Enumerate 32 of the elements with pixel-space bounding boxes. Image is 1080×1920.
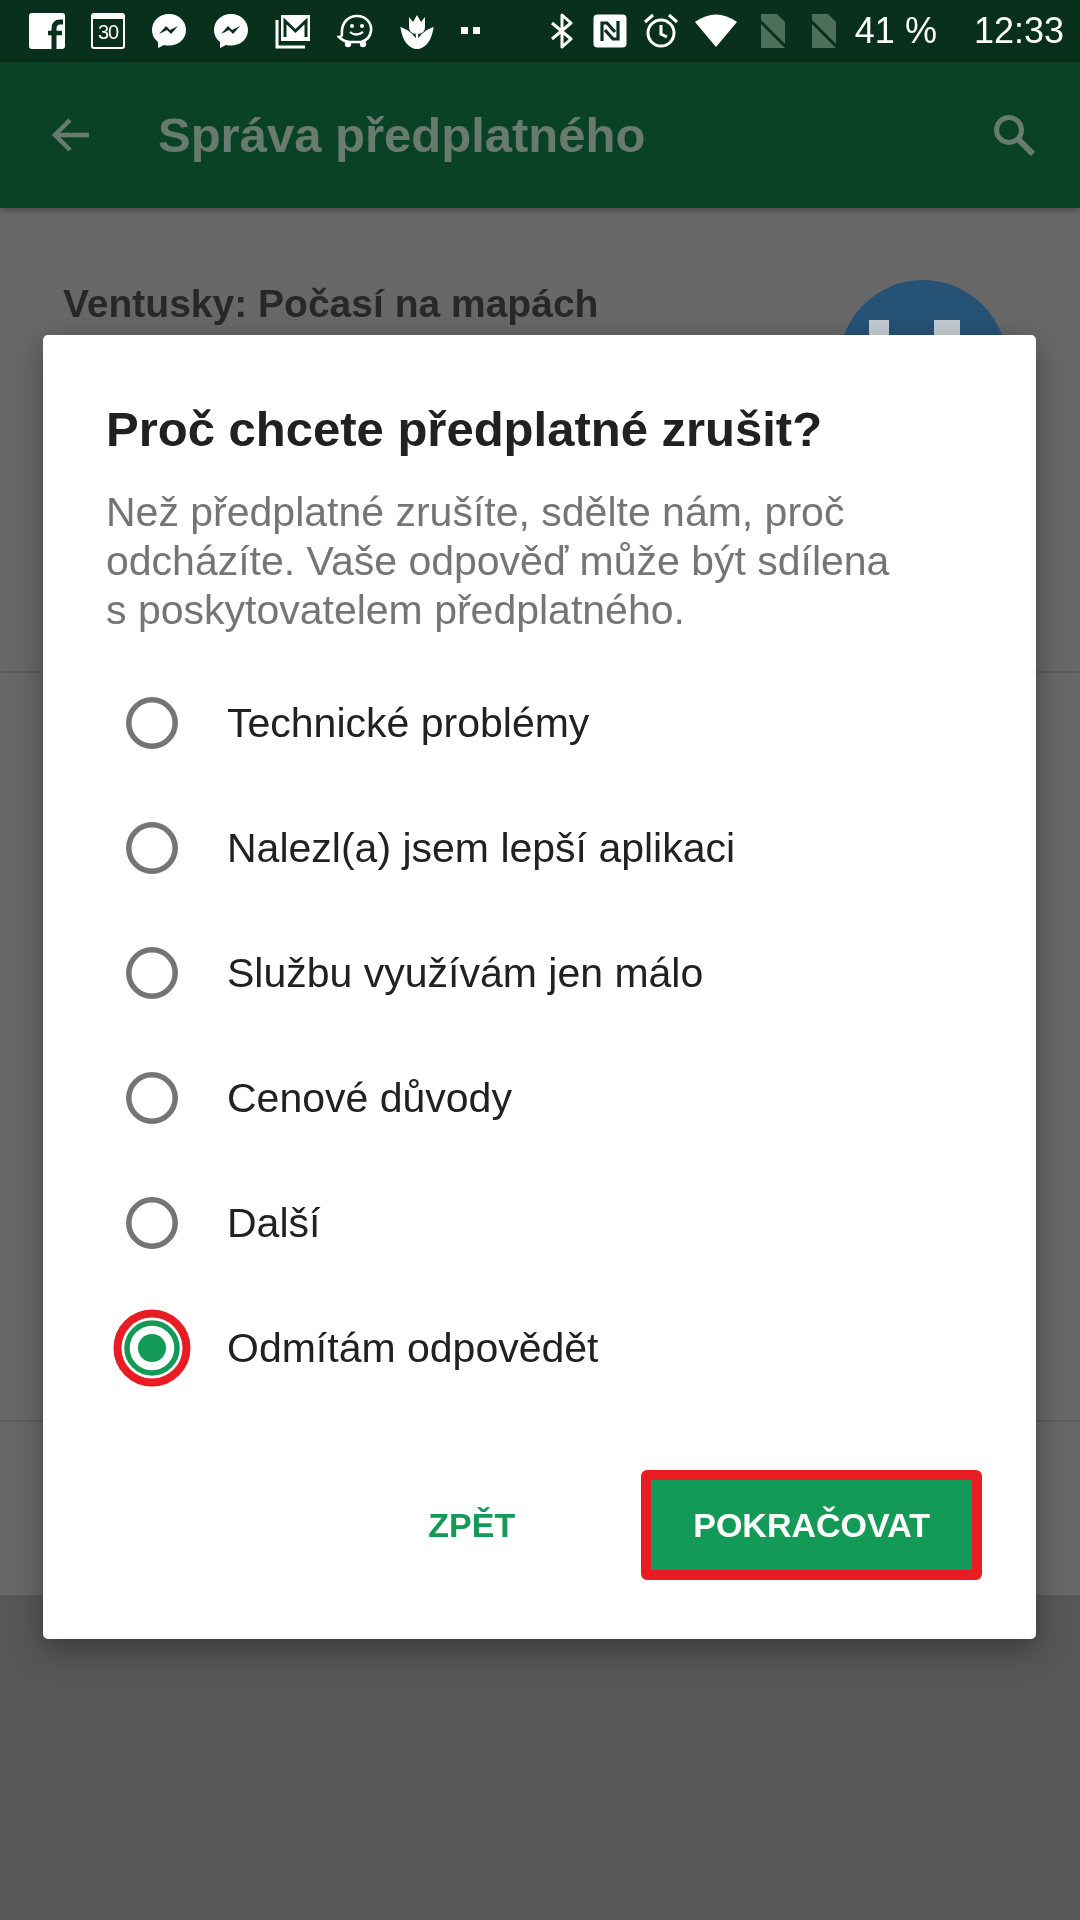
search-icon[interactable]: [993, 114, 1035, 156]
continue-button[interactable]: POKRAČOVAT: [641, 1470, 982, 1580]
radio-button[interactable]: [126, 821, 178, 874]
wifi-icon: [693, 13, 738, 49]
calendar-date: 30: [91, 13, 125, 49]
alarm-clock-icon: [642, 13, 679, 49]
option-label[interactable]: Cenové důvody: [227, 1073, 512, 1122]
option-label[interactable]: Nalezl(a) jsem lepší aplikaci: [227, 823, 736, 872]
option-label[interactable]: Odmítám odpovědět: [227, 1323, 599, 1372]
facebook-icon: [29, 13, 65, 49]
back-button[interactable]: ZPĚT: [407, 1479, 537, 1571]
chat-bubble-icon: [151, 13, 187, 49]
radio-button[interactable]: [126, 1196, 178, 1249]
app-bar-title: Správa předplatného: [158, 107, 647, 163]
clock-time: 12:33: [973, 11, 1064, 51]
option-label[interactable]: Další: [227, 1198, 321, 1247]
tulip-icon: [399, 13, 435, 49]
radio-button[interactable]: [113, 1308, 191, 1387]
dialog-title: Proč chcete předplatné zrušit?: [106, 401, 824, 457]
mail-stack-icon: [275, 13, 311, 49]
radio-button[interactable]: [126, 946, 178, 999]
chat-bubble-icon: [213, 13, 249, 49]
more-notifications-icon: [461, 27, 481, 35]
radio-button[interactable]: [126, 696, 178, 749]
smiling-ghost-icon: [337, 13, 373, 49]
subscription-name: Ventusky: Počasí na mapách: [63, 281, 599, 326]
option-label[interactable]: Službu využívám jen málo: [227, 948, 704, 997]
option-label[interactable]: Technické problémy: [227, 698, 590, 747]
battery-percent: 41 %: [854, 11, 937, 51]
nfc-icon: [591, 13, 628, 49]
dialog-message: Než předplatné zrušíte, sdělte nám, proč odcházíte. Vaše odpověď může být sdílena s poskytovatelem předplatného.: [106, 488, 891, 635]
radio-button[interactable]: [126, 1071, 178, 1124]
